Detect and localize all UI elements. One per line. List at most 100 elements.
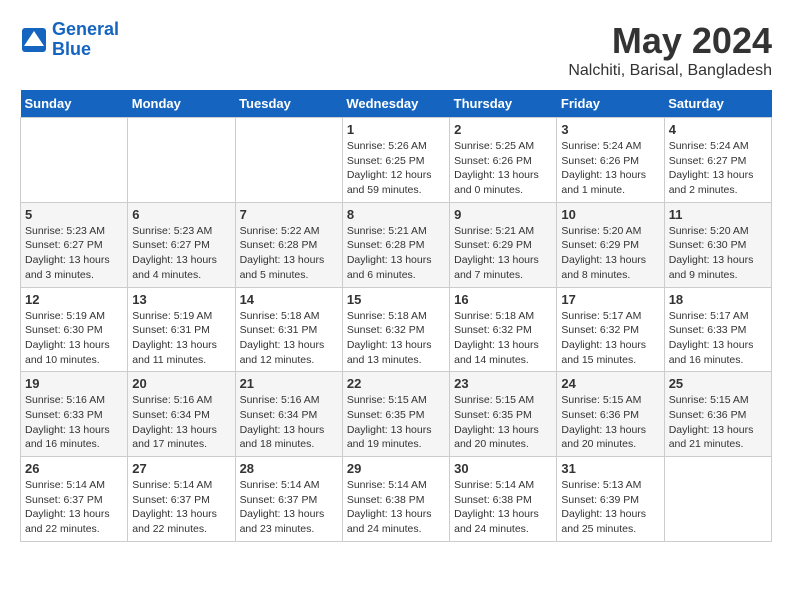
day-number: 6 (132, 207, 230, 222)
day-number: 16 (454, 292, 552, 307)
header-thursday: Thursday (450, 90, 557, 118)
day-number: 12 (25, 292, 123, 307)
day-info: Sunrise: 5:16 AM Sunset: 6:33 PM Dayligh… (25, 393, 123, 452)
day-number: 25 (669, 376, 767, 391)
week-row-4: 19 Sunrise: 5:16 AM Sunset: 6:33 PM Dayli… (21, 372, 772, 457)
day-cell: 4Sunrise: 5:24 AM Sunset: 6:27 PM Daylig… (664, 118, 771, 203)
day-info: Sunrise: 5:19 AM Sunset: 6:31 PM Dayligh… (132, 309, 230, 368)
day-info: Sunrise: 5:20 AM Sunset: 6:29 PM Dayligh… (561, 224, 659, 283)
logo-icon (20, 26, 48, 54)
day-cell (664, 457, 771, 542)
day-number: 4 (669, 122, 767, 137)
header-monday: Monday (128, 90, 235, 118)
day-cell: 13 Sunrise: 5:19 AM Sunset: 6:31 PM Dayli… (128, 287, 235, 372)
day-info: Sunrise: 5:18 AM Sunset: 6:31 PM Dayligh… (240, 309, 338, 368)
week-row-1: 1 Sunrise: 5:26 AM Sunset: 6:25 PM Daylig… (21, 118, 772, 203)
day-info: Sunrise: 5:21 AM Sunset: 6:28 PM Dayligh… (347, 224, 445, 283)
day-number: 20 (132, 376, 230, 391)
day-number: 8 (347, 207, 445, 222)
day-cell: 12Sunrise: 5:19 AM Sunset: 6:30 PM Dayli… (21, 287, 128, 372)
day-cell: 26Sunrise: 5:14 AM Sunset: 6:37 PM Dayli… (21, 457, 128, 542)
day-number: 23 (454, 376, 552, 391)
main-title: May 2024 (568, 20, 772, 62)
day-cell: 7 Sunrise: 5:22 AM Sunset: 6:28 PM Daylig… (235, 202, 342, 287)
day-number: 29 (347, 461, 445, 476)
day-number: 30 (454, 461, 552, 476)
subtitle: Nalchiti, Barisal, Bangladesh (568, 62, 772, 80)
day-number: 11 (669, 207, 767, 222)
week-row-5: 26 Sunrise: 5:14 AM Sunset: 6:37 PM Dayli… (21, 457, 772, 542)
day-cell: 20 Sunrise: 5:16 AM Sunset: 6:34 PM Dayli… (128, 372, 235, 457)
day-number: 24 (561, 376, 659, 391)
day-number: 2 (454, 122, 552, 137)
day-cell: 21 Sunrise: 5:16 AM Sunset: 6:34 PM Dayli… (235, 372, 342, 457)
day-info: Sunrise: 5:23 AM Sunset: 6:27 PM Dayligh… (132, 224, 230, 283)
day-number: 26 (25, 461, 123, 476)
day-cell: 10 Sunrise: 5:20 AM Sunset: 6:29 PM Dayli… (557, 202, 664, 287)
day-cell: 24 Sunrise: 5:15 AM Sunset: 6:36 PM Dayli… (557, 372, 664, 457)
day-number: 19 (25, 376, 123, 391)
day-cell: 6 Sunrise: 5:23 AM Sunset: 6:27 PM Daylig… (128, 202, 235, 287)
day-number: 5 (25, 207, 123, 222)
day-cell: 9Sunrise: 5:21 AM Sunset: 6:29 PM Daylig… (450, 202, 557, 287)
day-number: 27 (132, 461, 230, 476)
day-cell: 19 Sunrise: 5:16 AM Sunset: 6:33 PM Dayli… (21, 372, 128, 457)
day-number: 13 (132, 292, 230, 307)
page-header: General Blue May 2024 Nalchiti, Barisal,… (20, 20, 772, 80)
day-cell: 15 Sunrise: 5:18 AM Sunset: 6:32 PM Dayli… (342, 287, 449, 372)
day-number: 1 (347, 122, 445, 137)
day-number: 10 (561, 207, 659, 222)
day-number: 14 (240, 292, 338, 307)
day-info: Sunrise: 5:15 AM Sunset: 6:36 PM Dayligh… (561, 393, 659, 452)
week-row-3: 12Sunrise: 5:19 AM Sunset: 6:30 PM Dayli… (21, 287, 772, 372)
day-info: Sunrise: 5:15 AM Sunset: 6:35 PM Dayligh… (454, 393, 552, 452)
day-number: 28 (240, 461, 338, 476)
day-number: 21 (240, 376, 338, 391)
logo-line1: General (52, 19, 119, 39)
day-cell: 25 Sunrise: 5:15 AM Sunset: 6:36 PM Dayli… (664, 372, 771, 457)
header-tuesday: Tuesday (235, 90, 342, 118)
day-cell: 2 Sunrise: 5:25 AM Sunset: 6:26 PM Daylig… (450, 118, 557, 203)
day-info: Sunrise: 5:14 AM Sunset: 6:37 PM Dayligh… (132, 478, 230, 537)
day-cell (21, 118, 128, 203)
day-info: Sunrise: 5:23 AM Sunset: 6:27 PM Dayligh… (25, 224, 123, 283)
day-cell: 16 Sunrise: 5:18 AM Sunset: 6:32 PM Dayli… (450, 287, 557, 372)
day-info: Sunrise: 5:17 AM Sunset: 6:32 PM Dayligh… (561, 309, 659, 368)
day-info: Sunrise: 5:15 AM Sunset: 6:35 PM Dayligh… (347, 393, 445, 452)
header-friday: Friday (557, 90, 664, 118)
day-number: 15 (347, 292, 445, 307)
day-cell: 17Sunrise: 5:17 AM Sunset: 6:32 PM Dayli… (557, 287, 664, 372)
day-info: Sunrise: 5:16 AM Sunset: 6:34 PM Dayligh… (240, 393, 338, 452)
day-cell: 1 Sunrise: 5:26 AM Sunset: 6:25 PM Daylig… (342, 118, 449, 203)
day-info: Sunrise: 5:18 AM Sunset: 6:32 PM Dayligh… (347, 309, 445, 368)
day-info: Sunrise: 5:14 AM Sunset: 6:38 PM Dayligh… (454, 478, 552, 537)
day-info: Sunrise: 5:25 AM Sunset: 6:26 PM Dayligh… (454, 139, 552, 198)
calendar-header-row: SundayMondayTuesdayWednesdayThursdayFrid… (21, 90, 772, 118)
day-info: Sunrise: 5:20 AM Sunset: 6:30 PM Dayligh… (669, 224, 767, 283)
day-number: 7 (240, 207, 338, 222)
title-block: May 2024 Nalchiti, Barisal, Bangladesh (568, 20, 772, 80)
day-info: Sunrise: 5:22 AM Sunset: 6:28 PM Dayligh… (240, 224, 338, 283)
day-cell: 3Sunrise: 5:24 AM Sunset: 6:26 PM Daylig… (557, 118, 664, 203)
day-cell: 8 Sunrise: 5:21 AM Sunset: 6:28 PM Daylig… (342, 202, 449, 287)
day-cell: 18Sunrise: 5:17 AM Sunset: 6:33 PM Dayli… (664, 287, 771, 372)
header-sunday: Sunday (21, 90, 128, 118)
day-number: 31 (561, 461, 659, 476)
day-number: 22 (347, 376, 445, 391)
day-info: Sunrise: 5:16 AM Sunset: 6:34 PM Dayligh… (132, 393, 230, 452)
day-info: Sunrise: 5:14 AM Sunset: 6:37 PM Dayligh… (240, 478, 338, 537)
day-cell: 14 Sunrise: 5:18 AM Sunset: 6:31 PM Dayli… (235, 287, 342, 372)
day-info: Sunrise: 5:15 AM Sunset: 6:36 PM Dayligh… (669, 393, 767, 452)
day-cell (128, 118, 235, 203)
day-cell: 31Sunrise: 5:13 AM Sunset: 6:39 PM Dayli… (557, 457, 664, 542)
day-info: Sunrise: 5:26 AM Sunset: 6:25 PM Dayligh… (347, 139, 445, 198)
day-cell: 27 Sunrise: 5:14 AM Sunset: 6:37 PM Dayli… (128, 457, 235, 542)
header-saturday: Saturday (664, 90, 771, 118)
day-info: Sunrise: 5:17 AM Sunset: 6:33 PM Dayligh… (669, 309, 767, 368)
day-cell (235, 118, 342, 203)
week-row-2: 5 Sunrise: 5:23 AM Sunset: 6:27 PM Daylig… (21, 202, 772, 287)
logo-line2: Blue (52, 40, 119, 60)
header-wednesday: Wednesday (342, 90, 449, 118)
day-cell: 5 Sunrise: 5:23 AM Sunset: 6:27 PM Daylig… (21, 202, 128, 287)
day-info: Sunrise: 5:18 AM Sunset: 6:32 PM Dayligh… (454, 309, 552, 368)
